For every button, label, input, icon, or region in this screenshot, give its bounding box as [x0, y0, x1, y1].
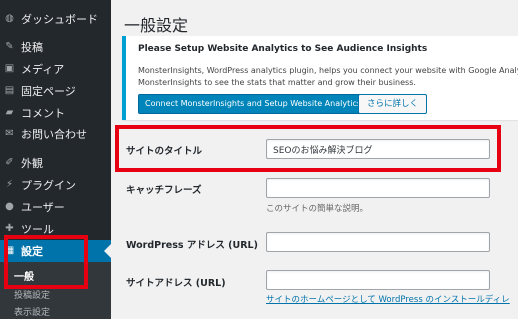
sidebar-item-label: お問い合わせ — [21, 128, 87, 141]
sidebar-item-label: プラグイン — [21, 179, 76, 192]
submenu-item-reading[interactable]: 表示設定 — [14, 305, 50, 318]
comment-icon: ▰ — [5, 107, 14, 118]
dashboard-icon: ◍ — [5, 13, 14, 24]
sidebar-item-pages[interactable]: ▤ 固定ページ — [0, 80, 111, 102]
plugin-icon: ⚡ — [5, 179, 14, 190]
learn-more-button[interactable]: さらに詳しく — [358, 94, 428, 114]
notice-title: Please Setup Website Analytics to See Au… — [138, 44, 428, 54]
notice-text-line: MonsterInsights to see the stats that ma… — [138, 78, 416, 87]
site-address-label: サイトアドレス (URL) — [126, 278, 226, 289]
sidebar-item-appearance[interactable]: ✐ 外観 — [0, 152, 111, 174]
tagline-input[interactable] — [266, 178, 490, 198]
site-address-description-link[interactable]: サイトのホームページとして WordPress のインストールディレ — [266, 293, 510, 305]
tagline-label: キャッチフレーズ — [126, 185, 202, 196]
sidebar-item-label: メディア — [21, 63, 65, 76]
highlight-box-settings — [4, 235, 88, 289]
submenu-item-writing[interactable]: 投稿設定 — [14, 288, 50, 301]
page-title: 一般設定 — [124, 16, 189, 35]
sidebar-item-contact[interactable]: ✉ お問い合わせ — [0, 123, 111, 145]
sidebar-item-dashboard[interactable]: ◍ ダッシュボード — [0, 8, 111, 30]
brush-icon: ✐ — [5, 157, 14, 168]
site-address-input[interactable] — [266, 270, 490, 290]
analytics-notice: Please Setup Website Analytics to See Au… — [122, 36, 518, 120]
sidebar-item-label: 投稿 — [21, 41, 43, 54]
sidebar-item-label: ダッシュボード — [21, 13, 98, 26]
sidebar-item-comments[interactable]: ▰ コメント — [0, 102, 111, 124]
mail-icon: ✉ — [5, 128, 14, 139]
sidebar-item-posts[interactable]: ✎ 投稿 — [0, 36, 111, 58]
sidebar-item-users[interactable]: ● ユーザー — [0, 196, 111, 218]
user-icon: ● — [5, 201, 14, 212]
pin-icon: ✎ — [5, 41, 14, 52]
current-menu-arrow — [104, 244, 111, 258]
tagline-description: このサイトの簡単な説明。 — [266, 204, 369, 214]
sidebar-item-label: 外観 — [21, 157, 43, 170]
page-icon: ▤ — [4, 85, 15, 96]
sidebar-item-media[interactable]: ▣ メディア — [0, 58, 111, 80]
wordpress-address-label: WordPress アドレス (URL) — [126, 240, 258, 251]
wordpress-address-input[interactable] — [266, 232, 490, 252]
sidebar-item-label: コメント — [21, 107, 65, 120]
wrench-icon: ✚ — [5, 223, 14, 234]
highlight-box-site-title — [115, 125, 501, 172]
notice-text-line: MonsterInsights, WordPress analytics plu… — [138, 66, 518, 75]
sidebar-item-plugins[interactable]: ⚡ プラグイン — [0, 174, 111, 196]
sidebar-item-label: 固定ページ — [21, 85, 76, 98]
connect-monsterinsights-button[interactable]: Connect MonsterInsights and Setup Websit… — [138, 94, 369, 114]
sidebar-item-label: ユーザー — [21, 201, 65, 214]
media-icon: ▣ — [4, 63, 15, 74]
